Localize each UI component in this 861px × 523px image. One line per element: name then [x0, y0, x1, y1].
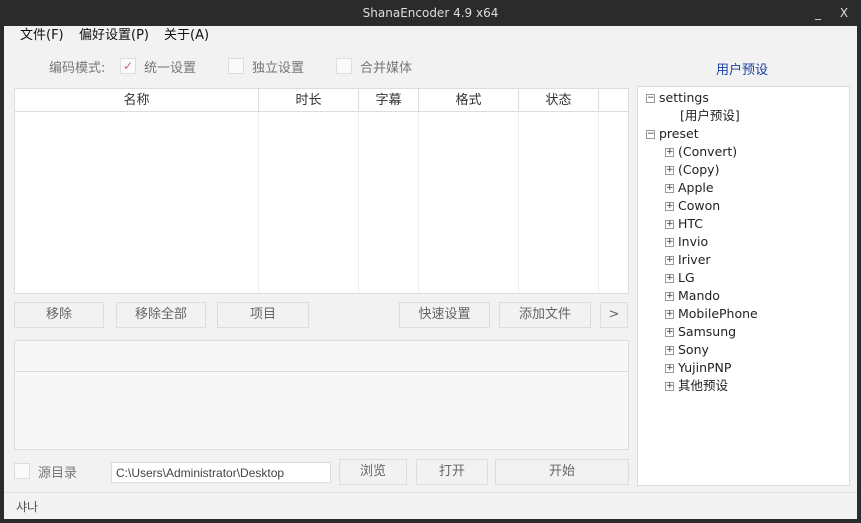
- preset-tree[interactable]: − settings [用户预设] − preset + (Convert) + (Cop…: [637, 86, 850, 486]
- column-divider: [359, 112, 419, 293]
- tree-label: (Convert): [678, 144, 738, 159]
- log-panel: [14, 340, 629, 450]
- tree-node-preset-item[interactable]: + Mando: [665, 287, 720, 305]
- tree-label: LG: [678, 270, 695, 285]
- tree-label: HTC: [678, 216, 704, 231]
- remove-button[interactable]: 移除: [14, 302, 104, 328]
- tree-node-preset-item[interactable]: + YujinPNP: [665, 359, 731, 377]
- expand-icon[interactable]: +: [665, 364, 674, 373]
- tree-node-preset-item[interactable]: + HTC: [665, 215, 703, 233]
- merge-media-checkbox[interactable]: [336, 58, 352, 74]
- column-format[interactable]: 格式: [419, 89, 519, 112]
- tree-node-user-preset[interactable]: [用户预设]: [680, 107, 740, 125]
- status-divider: [4, 492, 857, 493]
- file-list[interactable]: 名称 时长 字幕 格式 状态: [14, 88, 629, 294]
- expand-icon[interactable]: +: [665, 148, 674, 157]
- tree-label: Invio: [678, 234, 709, 249]
- source-dir-label: 源目录: [38, 466, 78, 481]
- expand-icon[interactable]: +: [665, 220, 674, 229]
- status-text: 샤나: [16, 500, 39, 514]
- column-divider: [15, 112, 259, 293]
- tree-node-preset-item[interactable]: + Invio: [665, 233, 708, 251]
- remove-all-button[interactable]: 移除全部: [116, 302, 206, 328]
- quick-settings-button[interactable]: 快速设置: [399, 302, 490, 328]
- expand-icon[interactable]: +: [665, 166, 674, 175]
- expand-icon[interactable]: +: [665, 256, 674, 265]
- independent-settings-label: 独立设置: [252, 61, 305, 76]
- expand-icon[interactable]: +: [665, 184, 674, 193]
- independent-settings-checkbox[interactable]: [228, 58, 244, 74]
- encode-mode-label: 编码模式:: [49, 61, 106, 76]
- expand-icon[interactable]: +: [665, 292, 674, 301]
- add-file-button[interactable]: 添加文件: [499, 302, 591, 328]
- unified-settings-label: 统一设置: [144, 61, 197, 76]
- column-name[interactable]: 名称: [15, 89, 259, 112]
- tree-label: YujinPNP: [678, 360, 732, 375]
- tree-node-preset-item[interactable]: + Apple: [665, 179, 714, 197]
- tree-node-preset-item[interactable]: + Samsung: [665, 323, 736, 341]
- tree-label: preset: [659, 126, 699, 141]
- log-divider: [15, 371, 628, 372]
- tree-label: Samsung: [678, 324, 737, 339]
- expand-icon[interactable]: +: [665, 310, 674, 319]
- tree-node-preset-item[interactable]: + LG: [665, 269, 695, 287]
- tree-label: settings: [659, 90, 709, 105]
- expand-icon[interactable]: +: [665, 382, 674, 391]
- tree-node-preset-item[interactable]: + Iriver: [665, 251, 711, 269]
- project-button[interactable]: 项目: [217, 302, 309, 328]
- expand-icon[interactable]: +: [665, 346, 674, 355]
- minimize-button[interactable]: _: [806, 0, 830, 26]
- tree-node-settings[interactable]: − settings: [646, 89, 709, 107]
- open-button[interactable]: 打开: [416, 459, 488, 485]
- collapse-icon[interactable]: −: [646, 130, 655, 139]
- column-divider: [259, 112, 359, 293]
- tree-label: Mando: [678, 288, 720, 303]
- column-subtitle[interactable]: 字幕: [359, 89, 419, 112]
- tree-node-preset-item[interactable]: + Cowon: [665, 197, 720, 215]
- column-divider: [519, 112, 599, 293]
- tree-node-preset[interactable]: − preset: [646, 125, 699, 143]
- title-bar: ShanaEncoder 4.9 x64: [0, 0, 861, 26]
- unified-settings-checkbox[interactable]: ✓: [120, 58, 136, 74]
- tree-node-preset-item[interactable]: + (Copy): [665, 161, 719, 179]
- tree-label: [用户预设]: [680, 108, 740, 123]
- expand-icon[interactable]: +: [665, 202, 674, 211]
- tree-label: MobilePhone: [678, 306, 758, 321]
- menu-preferences[interactable]: 偏好设置(P): [79, 26, 149, 46]
- expand-icon[interactable]: +: [665, 238, 674, 247]
- tree-label: 其他预设: [678, 378, 729, 393]
- expand-icon[interactable]: +: [665, 274, 674, 283]
- presets-title: 用户预设: [715, 63, 768, 78]
- tree-label: (Copy): [678, 162, 720, 177]
- column-filler: [599, 89, 628, 112]
- window-title: ShanaEncoder 4.9 x64: [362, 6, 499, 20]
- column-status[interactable]: 状态: [519, 89, 599, 112]
- tree-label: Apple: [678, 180, 714, 195]
- expand-icon[interactable]: +: [665, 328, 674, 337]
- menu-file[interactable]: 文件(F): [20, 26, 64, 46]
- column-divider: [419, 112, 519, 293]
- menu-about[interactable]: 关于(A): [164, 26, 209, 46]
- more-button[interactable]: >: [600, 302, 628, 328]
- tree-node-preset-item[interactable]: + (Convert): [665, 143, 737, 161]
- tree-label: Cowon: [678, 198, 721, 213]
- start-button[interactable]: 开始: [495, 459, 629, 485]
- tree-label: Iriver: [678, 252, 711, 267]
- browse-button[interactable]: 浏览: [339, 459, 407, 485]
- output-path-input[interactable]: [111, 462, 331, 483]
- tree-node-preset-item[interactable]: + MobilePhone: [665, 305, 758, 323]
- collapse-icon[interactable]: −: [646, 94, 655, 103]
- main-window: 文件(F) 偏好设置(P) 关于(A) 编码模式: ✓ 统一设置 独立设置 合并…: [4, 26, 857, 519]
- source-dir-checkbox[interactable]: [14, 463, 30, 479]
- tree-label: Sony: [678, 342, 709, 357]
- close-button[interactable]: X: [832, 0, 856, 26]
- tree-node-preset-item[interactable]: + Sony: [665, 341, 709, 359]
- column-duration[interactable]: 时长: [259, 89, 359, 112]
- merge-media-label: 合并媒体: [360, 61, 413, 76]
- tree-node-preset-item[interactable]: + 其他预设: [665, 377, 728, 395]
